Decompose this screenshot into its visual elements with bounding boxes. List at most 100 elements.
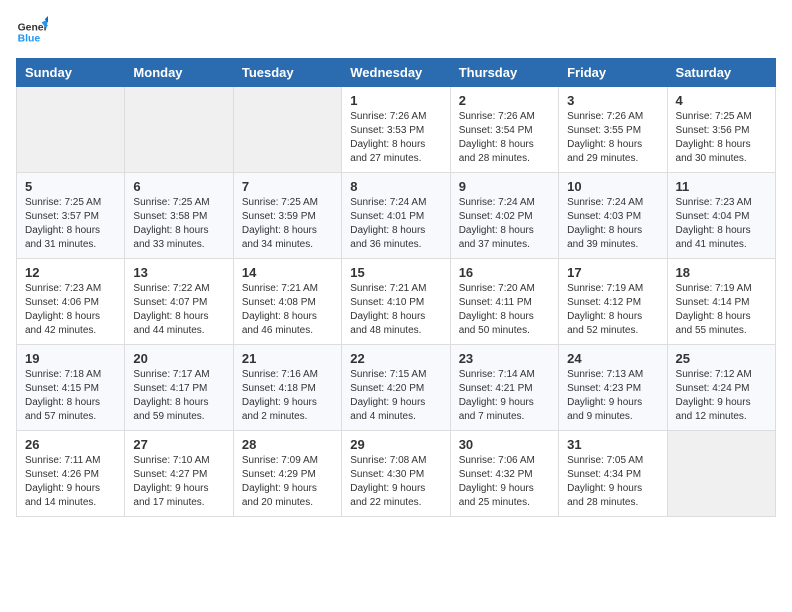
calendar-cell: 17 Sunrise: 7:19 AM Sunset: 4:12 PM Dayli… bbox=[559, 259, 667, 345]
calendar-cell: 18 Sunrise: 7:19 AM Sunset: 4:14 PM Dayli… bbox=[667, 259, 775, 345]
weekday-header-row: SundayMondayTuesdayWednesdayThursdayFrid… bbox=[17, 59, 776, 87]
day-info: Sunrise: 7:14 AM Sunset: 4:21 PM Dayligh… bbox=[459, 368, 550, 424]
svg-text:Blue: Blue bbox=[18, 34, 41, 45]
calendar-cell: 25 Sunrise: 7:12 AM Sunset: 4:24 PM Dayli… bbox=[667, 345, 775, 431]
calendar-cell: 16Sunrise: 7:20 AM Sunset: 4:11 PM Dayli… bbox=[450, 259, 558, 345]
calendar-week-row: 12 Sunrise: 7:23 AM Sunset: 4:06 PM Dayli… bbox=[17, 259, 776, 345]
day-info: Sunrise: 7:16 AM Sunset: 4:18 PM Dayligh… bbox=[242, 368, 333, 424]
calendar-cell: 29 Sunrise: 7:08 AM Sunset: 4:30 PM Dayli… bbox=[342, 431, 450, 517]
day-info: Sunrise: 7:09 AM Sunset: 4:29 PM Dayligh… bbox=[242, 454, 333, 510]
page-header: General Blue bbox=[16, 16, 776, 48]
calendar-week-row: 26 Sunrise: 7:11 AM Sunset: 4:26 PM Dayli… bbox=[17, 431, 776, 517]
day-info: Sunrise: 7:25 AM Sunset: 3:56 PM Dayligh… bbox=[676, 110, 767, 166]
day-number: 23 bbox=[459, 351, 550, 366]
calendar-cell: 31 Sunrise: 7:05 AM Sunset: 4:34 PM Dayli… bbox=[559, 431, 667, 517]
day-info: Sunrise: 7:25 AM Sunset: 3:58 PM Dayligh… bbox=[133, 196, 224, 252]
day-info: Sunrise: 7:22 AM Sunset: 4:07 PM Dayligh… bbox=[133, 282, 224, 338]
weekday-header-monday: Monday bbox=[125, 59, 233, 87]
day-number: 12 bbox=[25, 265, 116, 280]
logo-icon: General Blue bbox=[16, 16, 48, 48]
day-info: Sunrise: 7:21 AM Sunset: 4:10 PM Dayligh… bbox=[350, 282, 441, 338]
calendar-cell: 24Sunrise: 7:13 AM Sunset: 4:23 PM Dayli… bbox=[559, 345, 667, 431]
calendar-cell: 19 Sunrise: 7:18 AM Sunset: 4:15 PM Dayli… bbox=[17, 345, 125, 431]
day-info: Sunrise: 7:19 AM Sunset: 4:12 PM Dayligh… bbox=[567, 282, 658, 338]
calendar-cell: 11Sunrise: 7:23 AM Sunset: 4:04 PM Dayli… bbox=[667, 173, 775, 259]
calendar-cell: 27 Sunrise: 7:10 AM Sunset: 4:27 PM Dayli… bbox=[125, 431, 233, 517]
calendar-cell: 4 Sunrise: 7:25 AM Sunset: 3:56 PM Daylig… bbox=[667, 87, 775, 173]
calendar-cell: 7 Sunrise: 7:25 AM Sunset: 3:59 PM Daylig… bbox=[233, 173, 341, 259]
logo: General Blue bbox=[16, 16, 52, 48]
calendar-cell bbox=[667, 431, 775, 517]
calendar-cell: 30Sunrise: 7:06 AM Sunset: 4:32 PM Dayli… bbox=[450, 431, 558, 517]
day-info: Sunrise: 7:20 AM Sunset: 4:11 PM Dayligh… bbox=[459, 282, 550, 338]
day-number: 19 bbox=[25, 351, 116, 366]
day-info: Sunrise: 7:23 AM Sunset: 4:04 PM Dayligh… bbox=[676, 196, 767, 252]
day-info: Sunrise: 7:26 AM Sunset: 3:54 PM Dayligh… bbox=[459, 110, 550, 166]
calendar-week-row: 19 Sunrise: 7:18 AM Sunset: 4:15 PM Dayli… bbox=[17, 345, 776, 431]
calendar-week-row: 5 Sunrise: 7:25 AM Sunset: 3:57 PM Daylig… bbox=[17, 173, 776, 259]
calendar-cell: 13 Sunrise: 7:22 AM Sunset: 4:07 PM Dayli… bbox=[125, 259, 233, 345]
day-number: 17 bbox=[567, 265, 658, 280]
day-number: 9 bbox=[459, 179, 550, 194]
day-number: 18 bbox=[676, 265, 767, 280]
calendar-cell bbox=[17, 87, 125, 173]
day-info: Sunrise: 7:06 AM Sunset: 4:32 PM Dayligh… bbox=[459, 454, 550, 510]
day-info: Sunrise: 7:24 AM Sunset: 4:03 PM Dayligh… bbox=[567, 196, 658, 252]
day-number: 21 bbox=[242, 351, 333, 366]
calendar-cell bbox=[125, 87, 233, 173]
calendar-table: SundayMondayTuesdayWednesdayThursdayFrid… bbox=[16, 58, 776, 517]
day-info: Sunrise: 7:05 AM Sunset: 4:34 PM Dayligh… bbox=[567, 454, 658, 510]
day-info: Sunrise: 7:24 AM Sunset: 4:02 PM Dayligh… bbox=[459, 196, 550, 252]
weekday-header-wednesday: Wednesday bbox=[342, 59, 450, 87]
day-number: 27 bbox=[133, 437, 224, 452]
day-number: 5 bbox=[25, 179, 116, 194]
calendar-cell: 14Sunrise: 7:21 AM Sunset: 4:08 PM Dayli… bbox=[233, 259, 341, 345]
day-number: 8 bbox=[350, 179, 441, 194]
calendar-header: SundayMondayTuesdayWednesdayThursdayFrid… bbox=[17, 59, 776, 87]
calendar-cell bbox=[233, 87, 341, 173]
day-number: 31 bbox=[567, 437, 658, 452]
day-number: 20 bbox=[133, 351, 224, 366]
calendar-cell: 9 Sunrise: 7:24 AM Sunset: 4:02 PM Daylig… bbox=[450, 173, 558, 259]
calendar-cell: 20Sunrise: 7:17 AM Sunset: 4:17 PM Dayli… bbox=[125, 345, 233, 431]
day-number: 4 bbox=[676, 93, 767, 108]
day-number: 25 bbox=[676, 351, 767, 366]
day-info: Sunrise: 7:23 AM Sunset: 4:06 PM Dayligh… bbox=[25, 282, 116, 338]
calendar-cell: 22Sunrise: 7:15 AM Sunset: 4:20 PM Dayli… bbox=[342, 345, 450, 431]
day-info: Sunrise: 7:26 AM Sunset: 3:55 PM Dayligh… bbox=[567, 110, 658, 166]
calendar-cell: 5 Sunrise: 7:25 AM Sunset: 3:57 PM Daylig… bbox=[17, 173, 125, 259]
calendar-cell: 1 Sunrise: 7:26 AM Sunset: 3:53 PM Daylig… bbox=[342, 87, 450, 173]
day-number: 6 bbox=[133, 179, 224, 194]
calendar-cell: 10Sunrise: 7:24 AM Sunset: 4:03 PM Dayli… bbox=[559, 173, 667, 259]
day-info: Sunrise: 7:11 AM Sunset: 4:26 PM Dayligh… bbox=[25, 454, 116, 510]
day-info: Sunrise: 7:18 AM Sunset: 4:15 PM Dayligh… bbox=[25, 368, 116, 424]
day-info: Sunrise: 7:26 AM Sunset: 3:53 PM Dayligh… bbox=[350, 110, 441, 166]
calendar-cell: 3 Sunrise: 7:26 AM Sunset: 3:55 PM Daylig… bbox=[559, 87, 667, 173]
calendar-cell: 15 Sunrise: 7:21 AM Sunset: 4:10 PM Dayli… bbox=[342, 259, 450, 345]
day-number: 28 bbox=[242, 437, 333, 452]
day-number: 13 bbox=[133, 265, 224, 280]
day-info: Sunrise: 7:24 AM Sunset: 4:01 PM Dayligh… bbox=[350, 196, 441, 252]
day-number: 15 bbox=[350, 265, 441, 280]
day-info: Sunrise: 7:19 AM Sunset: 4:14 PM Dayligh… bbox=[676, 282, 767, 338]
day-number: 22 bbox=[350, 351, 441, 366]
day-number: 3 bbox=[567, 93, 658, 108]
calendar-cell: 23 Sunrise: 7:14 AM Sunset: 4:21 PM Dayli… bbox=[450, 345, 558, 431]
day-number: 26 bbox=[25, 437, 116, 452]
day-number: 1 bbox=[350, 93, 441, 108]
day-info: Sunrise: 7:08 AM Sunset: 4:30 PM Dayligh… bbox=[350, 454, 441, 510]
day-number: 29 bbox=[350, 437, 441, 452]
calendar-body: 1 Sunrise: 7:26 AM Sunset: 3:53 PM Daylig… bbox=[17, 87, 776, 517]
weekday-header-tuesday: Tuesday bbox=[233, 59, 341, 87]
calendar-cell: 12 Sunrise: 7:23 AM Sunset: 4:06 PM Dayli… bbox=[17, 259, 125, 345]
day-info: Sunrise: 7:21 AM Sunset: 4:08 PM Dayligh… bbox=[242, 282, 333, 338]
calendar-cell: 2Sunrise: 7:26 AM Sunset: 3:54 PM Daylig… bbox=[450, 87, 558, 173]
weekday-header-saturday: Saturday bbox=[667, 59, 775, 87]
day-info: Sunrise: 7:25 AM Sunset: 3:59 PM Dayligh… bbox=[242, 196, 333, 252]
day-info: Sunrise: 7:12 AM Sunset: 4:24 PM Dayligh… bbox=[676, 368, 767, 424]
day-number: 7 bbox=[242, 179, 333, 194]
day-info: Sunrise: 7:25 AM Sunset: 3:57 PM Dayligh… bbox=[25, 196, 116, 252]
day-info: Sunrise: 7:10 AM Sunset: 4:27 PM Dayligh… bbox=[133, 454, 224, 510]
weekday-header-sunday: Sunday bbox=[17, 59, 125, 87]
day-number: 24 bbox=[567, 351, 658, 366]
